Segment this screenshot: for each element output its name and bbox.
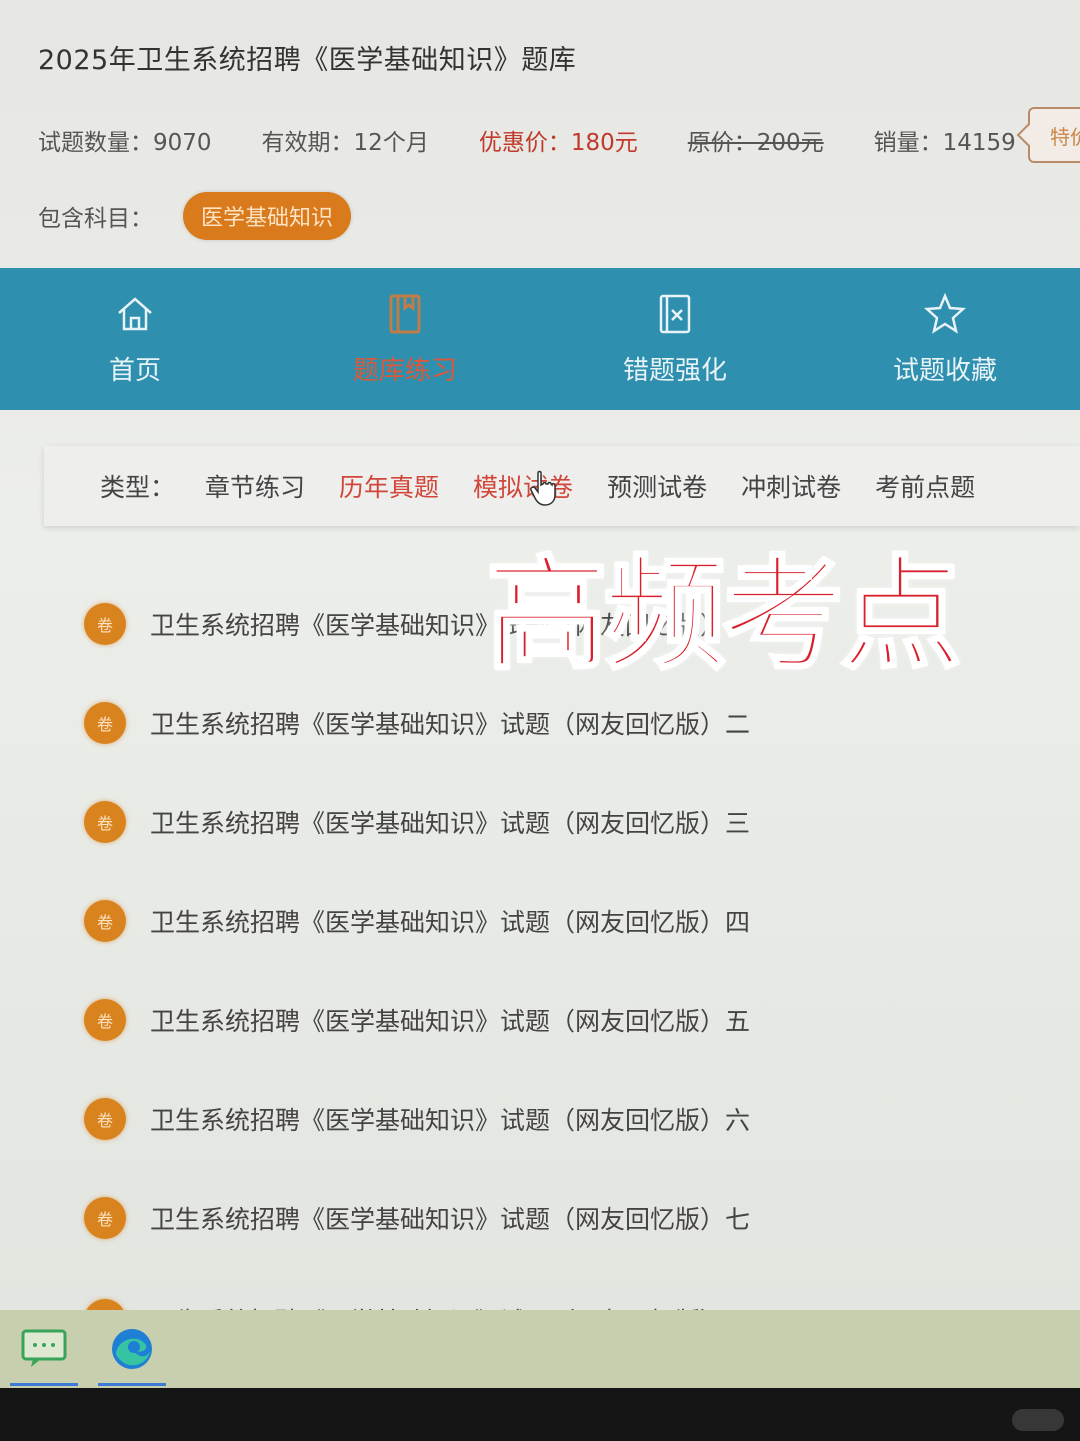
tab-predicted-exams[interactable]: 预测试卷 [607, 468, 707, 504]
tab-pre-exam-tips[interactable]: 考前点题 [875, 468, 975, 504]
star-icon [923, 292, 967, 334]
tab-past-exams[interactable]: 历年真题 [339, 468, 439, 504]
home-icon [118, 296, 152, 330]
tab-chapter-practice[interactable]: 章节练习 [205, 468, 305, 504]
nav-practice[interactable]: 题库练习 [270, 268, 540, 410]
nav-practice-label: 题库练习 [352, 355, 457, 386]
partial-list-item[interactable]: 卷 卫生系统招聘《医学基础知识》试题（网友回忆版）八 [84, 1296, 804, 1310]
validity-period: 有效期：12个月 [261, 130, 429, 156]
nav-wrong[interactable]: 错题强化 [540, 268, 810, 410]
nav-favorites-label: 试题收藏 [892, 355, 997, 386]
taskbar [0, 1310, 1080, 1388]
tab-mock-exams[interactable]: 模拟试卷 [473, 468, 573, 504]
taskbar-chat-app[interactable] [0, 1310, 88, 1388]
exam-badge-icon: 卷 [84, 702, 126, 744]
list-item[interactable]: 卷 卫生系统招聘《医学基础知识》试题（网友回忆版）六 [84, 1095, 804, 1143]
exam-badge-icon: 卷 [84, 1299, 126, 1310]
nav-wrong-label: 错题强化 [622, 355, 727, 386]
list-item-title: 卫生系统招聘《医学基础知识》试题（网友回忆版）三 [150, 809, 751, 838]
list-item[interactable]: 卷 卫生系统招聘《医学基础知识》试题（网友回忆版）二 [84, 699, 804, 747]
list-item-title: 卫生系统招聘《医学基础知识》试题（网友回忆版）七 [150, 1205, 751, 1234]
original-price: 原价：200元 [687, 130, 824, 156]
main-nav: 首页 题库练习 错题强化 试题收藏 [0, 268, 1080, 410]
nav-home-label: 首页 [108, 355, 161, 386]
list-item[interactable]: 卷 卫生系统招聘《医学基础知识》试题（网友回忆版）三 [84, 798, 804, 846]
product-meta: 试题数量：9070 有效期：12个月 优惠价：180元 原价：200元 销量：1… [38, 107, 1080, 163]
type-filter-bar: 类型： 章节练习 历年真题 模拟试卷 预测试卷 冲刺试卷 考前点题 [44, 446, 1080, 526]
list-item-title: 卫生系统招聘《医学基础知识》试题（网友回忆版）六 [150, 1106, 751, 1135]
list-item[interactable]: 卷 卫生系统招聘《医学基础知识》试题（网友回忆版）七 [84, 1194, 804, 1242]
overlay-caption: 高频考点 [485, 544, 964, 686]
exam-badge-icon: 卷 [84, 1197, 126, 1239]
nav-home[interactable]: 首页 [0, 268, 270, 410]
list-item[interactable]: 卷 卫生系统招聘《医学基础知识》试题（网友回忆版）四 [84, 897, 804, 945]
list-item-title: 卫生系统招聘《医学基础知识》试题（网友回忆版）八 [150, 1302, 750, 1310]
wrong-question-icon [659, 294, 691, 333]
monitor-bezel [0, 1388, 1080, 1441]
subjects-label: 包含科目： [38, 206, 153, 232]
list-item-title: 卫生系统招聘《医学基础知识》试题（网友回忆版）二 [150, 710, 751, 739]
list-item-title: 卫生系统招聘《医学基础知识》试题（网友回忆版）四 [150, 908, 751, 937]
book-icon [389, 294, 421, 333]
question-count: 试题数量：9070 [38, 130, 212, 156]
included-subjects: 包含科目： 医学基础知识 [38, 192, 352, 240]
question-bank-page: 2025年卫生系统招聘《医学基础知识》题库 试题数量：9070 有效期：12个月… [0, 0, 1080, 1310]
exam-badge-icon: 卷 [84, 801, 126, 843]
tab-sprint-exams[interactable]: 冲刺试卷 [741, 468, 841, 504]
sale-price: 优惠价：180元 [478, 130, 638, 156]
type-label: 类型： [100, 473, 176, 502]
active-indicator [10, 1383, 78, 1386]
edge-browser-icon [112, 1329, 152, 1369]
nav-favorites[interactable]: 试题收藏 [810, 268, 1080, 410]
taskbar-edge-app[interactable] [88, 1310, 176, 1388]
exam-badge-icon: 卷 [84, 1098, 126, 1140]
special-offer-button[interactable]: 特价 [1028, 107, 1080, 163]
hand-cursor-icon [530, 470, 556, 506]
sales-count: 销量：14159 [873, 130, 1016, 156]
watermark-logo [1012, 1409, 1064, 1431]
list-item[interactable]: 卷 卫生系统招聘《医学基础知识》试题（网友回忆版）五 [84, 996, 804, 1044]
chat-app-icon [21, 1329, 67, 1367]
subject-pill[interactable]: 医学基础知识 [183, 192, 352, 240]
exam-badge-icon: 卷 [84, 900, 126, 942]
exam-badge-icon: 卷 [84, 603, 126, 645]
active-indicator [98, 1383, 166, 1386]
list-item[interactable]: 卷 卫生系统招聘《医学基础知识》试题（网友回忆版）八 [84, 1296, 804, 1310]
list-item-title: 卫生系统招聘《医学基础知识》试题（网友回忆版）五 [150, 1007, 751, 1036]
exam-badge-icon: 卷 [84, 999, 126, 1041]
page-title: 2025年卫生系统招聘《医学基础知识》题库 [38, 45, 577, 76]
